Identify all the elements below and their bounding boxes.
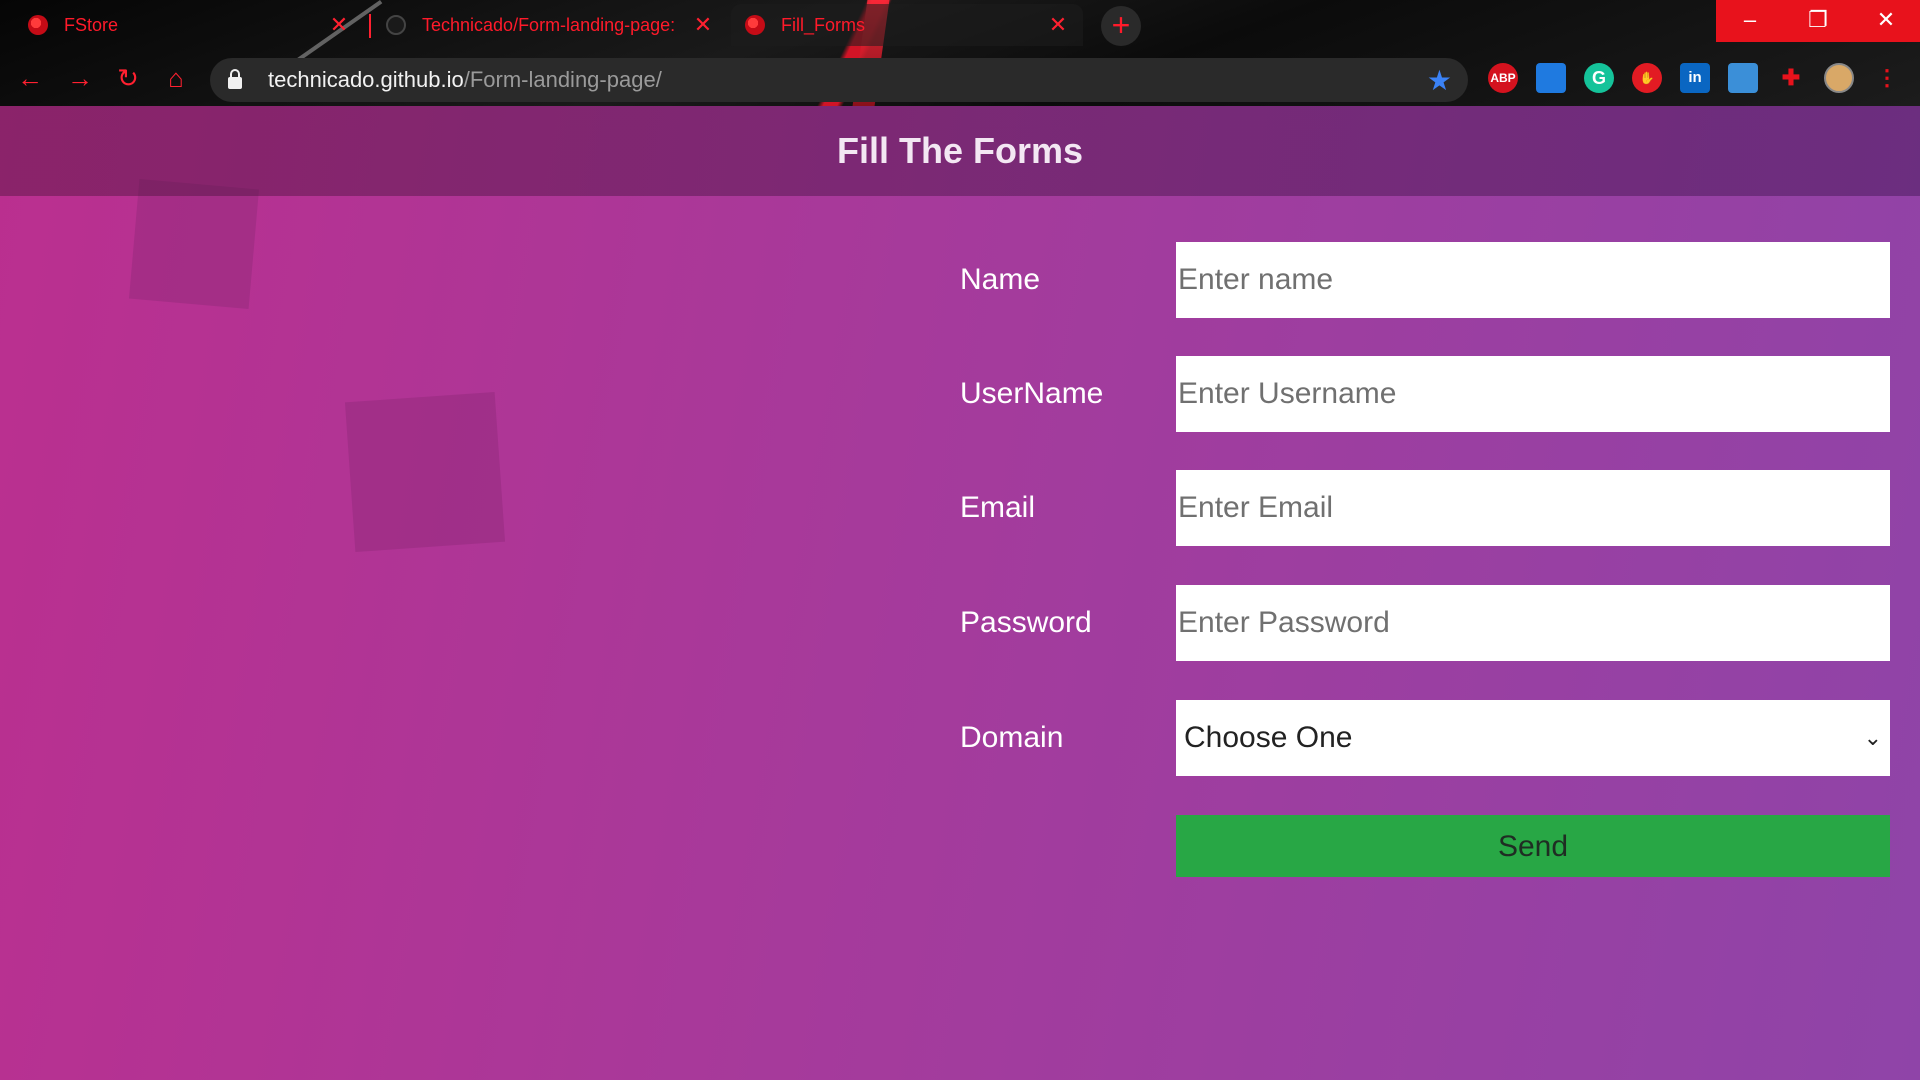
url-path: /Form-landing-page/ xyxy=(463,67,662,92)
back-button[interactable]: ← xyxy=(14,62,46,94)
username-input[interactable] xyxy=(1176,356,1890,432)
puzzle-icon[interactable]: ✚ xyxy=(1776,63,1806,93)
domain-label: Domain xyxy=(960,721,1064,754)
domain-selected-value: Choose One xyxy=(1184,721,1353,754)
globe-icon xyxy=(28,15,48,35)
translate-icon[interactable] xyxy=(1536,63,1566,93)
name-row: Name xyxy=(960,242,1890,318)
domain-select[interactable]: Choose One ⌄ xyxy=(1176,700,1890,776)
close-tab-icon[interactable]: ✕ xyxy=(1047,12,1069,38)
tab-title: Technicado/Form-landing-page: xyxy=(422,14,676,35)
restore-button[interactable]: ❐ xyxy=(1784,0,1852,42)
adblock-icon[interactable]: ABP xyxy=(1488,63,1518,93)
tab-strip: FStore ✕ Technicado/Form-landing-page: ✕… xyxy=(0,0,1920,50)
tab-title: FStore xyxy=(64,14,119,35)
page-content: Fill The Forms Name UserName Email Passw… xyxy=(0,106,1920,1080)
username-row: UserName xyxy=(960,356,1890,432)
github-icon xyxy=(386,15,406,35)
lock-icon xyxy=(228,69,242,89)
username-label: UserName xyxy=(960,377,1104,410)
tab-fstore[interactable]: FStore ✕ xyxy=(14,4,364,46)
globe-icon xyxy=(745,15,765,35)
tab-title: Fill_Forms xyxy=(781,14,865,35)
password-row: Password xyxy=(960,585,1890,661)
close-window-button[interactable]: ✕ xyxy=(1852,0,1920,42)
close-tab-icon[interactable]: ✕ xyxy=(328,12,350,38)
decorative-square xyxy=(344,391,506,553)
page-header: Fill The Forms xyxy=(0,106,1920,196)
new-tab-button[interactable]: + xyxy=(1101,6,1141,46)
page-title: Fill The Forms xyxy=(836,130,1084,171)
tab-github[interactable]: Technicado/Form-landing-page: ✕ xyxy=(372,4,728,46)
forward-button[interactable]: → xyxy=(64,62,96,94)
linkedin-icon[interactable]: in xyxy=(1680,63,1710,93)
name-input[interactable] xyxy=(1176,242,1890,318)
menu-icon[interactable]: ⋮ xyxy=(1872,63,1902,93)
url-host: technicado.github.io xyxy=(268,67,464,92)
password-input[interactable] xyxy=(1176,585,1890,661)
hand-stop-icon[interactable]: ✋ xyxy=(1632,63,1662,93)
window-stack-icon[interactable] xyxy=(1728,63,1758,93)
domain-row: Domain Choose One ⌄ xyxy=(960,700,1890,776)
password-label: Password xyxy=(960,606,1092,639)
profile-avatar[interactable] xyxy=(1824,63,1854,93)
email-label: Email xyxy=(960,491,1036,524)
minimize-button[interactable]: – xyxy=(1716,0,1784,42)
decorative-square xyxy=(128,178,260,310)
tab-fill-forms[interactable]: Fill_Forms ✕ xyxy=(731,4,1083,46)
email-row: Email xyxy=(960,470,1890,546)
close-tab-icon[interactable]: ✕ xyxy=(692,12,714,38)
tab-separator xyxy=(369,14,371,38)
grammarly-icon[interactable]: G xyxy=(1584,63,1614,93)
name-label: Name xyxy=(960,263,1041,296)
browser-chrome: FStore ✕ Technicado/Form-landing-page: ✕… xyxy=(0,0,1920,106)
email-input[interactable] xyxy=(1176,470,1890,546)
chevron-down-icon: ⌄ xyxy=(1863,725,1882,750)
address-bar[interactable]: technicado.github.io/Form-landing-page/ … xyxy=(210,58,1468,102)
home-button[interactable]: ⌂ xyxy=(160,62,192,94)
reload-button[interactable]: ↻ xyxy=(112,62,144,94)
bookmark-star-icon[interactable]: ★ xyxy=(1427,64,1452,97)
send-button[interactable]: Send xyxy=(1176,815,1890,877)
